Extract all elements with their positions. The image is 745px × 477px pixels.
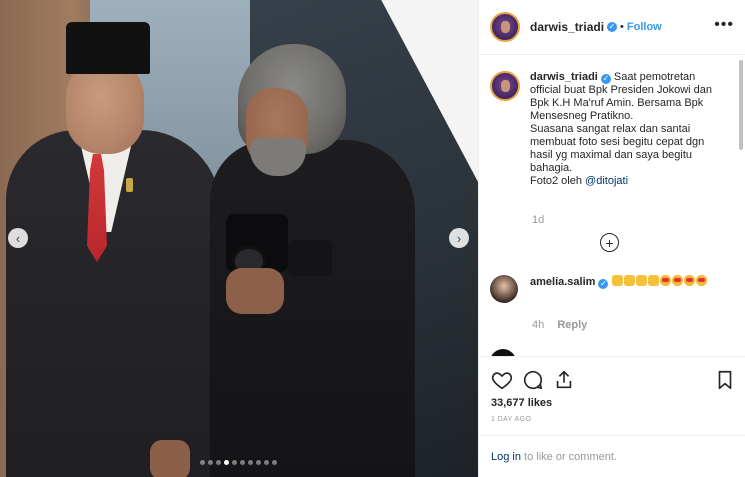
caption-text: darwis_triadi ✓ Saat pemotretan official … — [530, 71, 725, 188]
caption-credit: Foto2 oleh — [530, 175, 582, 187]
load-more-comments-button[interactable]: + — [600, 233, 619, 252]
next-comment-peek — [490, 349, 730, 356]
chevron-left-icon: ‹ — [15, 230, 21, 246]
photo-second-camera — [288, 240, 332, 276]
heart-eyes-emoji-icon — [671, 275, 683, 286]
login-link[interactable]: Log in — [491, 451, 521, 463]
comment-icon[interactable] — [522, 369, 544, 391]
carousel-next-button[interactable]: › — [449, 228, 469, 248]
heart-eyes-emoji-icon — [659, 275, 671, 286]
share-icon[interactable] — [553, 369, 575, 391]
comment-emojis — [611, 275, 708, 288]
next-comment-avatar — [490, 349, 516, 356]
add-comment-icon: + — [605, 234, 614, 251]
chevron-right-icon: › — [456, 230, 462, 246]
carousel-dot — [240, 460, 245, 465]
bookmark-icon[interactable] — [714, 369, 736, 391]
header-username[interactable]: darwis_triadi — [530, 20, 604, 34]
separator-dot: • — [620, 21, 624, 33]
comment-timestamp: 4h — [532, 319, 545, 331]
verified-badge-icon: ✓ — [600, 74, 611, 84]
verified-badge-icon: ✓ — [607, 22, 618, 32]
post-actions: 33,677 likes 1 DAY AGO Log in to like or… — [479, 356, 745, 477]
caption-username[interactable]: darwis_triadi — [530, 71, 598, 83]
thumbs-up-emoji-icon — [623, 275, 635, 286]
login-prompt-text: to like or comment. — [524, 451, 617, 463]
comment-meta: 4h Reply — [532, 319, 587, 331]
heart-eyes-emoji-icon — [683, 275, 695, 286]
heart-icon[interactable] — [491, 369, 513, 391]
carousel-dot — [264, 460, 269, 465]
carousel-dot — [272, 460, 277, 465]
carousel-dot — [232, 460, 237, 465]
photo-lapel-pin — [126, 178, 133, 192]
post-timestamp: 1 DAY AGO — [491, 416, 532, 423]
verified-badge-icon: ✓ — [598, 279, 609, 289]
photo-hand-left — [150, 440, 190, 477]
caption-avatar[interactable] — [490, 71, 520, 101]
carousel-dot — [256, 460, 261, 465]
post-side-panel: darwis_triadi ✓ • Follow ••• darwis_tria… — [478, 0, 745, 477]
heart-eyes-emoji-icon — [695, 275, 707, 286]
carousel-dot — [208, 460, 213, 465]
scrollbar[interactable] — [739, 60, 743, 150]
comment-avatar[interactable] — [490, 275, 518, 303]
caption-paragraph-2: Suasana sangat relax dan santai membuat … — [530, 123, 705, 174]
carousel-indicator — [200, 460, 277, 465]
thumbs-up-emoji-icon — [611, 275, 623, 286]
photo-hand-right — [226, 268, 284, 314]
carousel-dot — [200, 460, 205, 465]
comment-username[interactable]: amelia.salim — [530, 276, 595, 288]
follow-button[interactable]: Follow — [627, 21, 662, 33]
more-options-icon[interactable]: ••• — [714, 16, 734, 34]
carousel-prev-button[interactable]: ‹ — [8, 228, 28, 248]
thumbs-up-emoji-icon — [647, 275, 659, 286]
avatar[interactable] — [490, 12, 520, 42]
carousel-dot — [224, 460, 229, 465]
thumbs-up-emoji-icon — [635, 275, 647, 286]
likes-count[interactable]: 33,677 likes — [491, 397, 552, 409]
comment: amelia.salim ✓ — [490, 275, 730, 303]
caption-timestamp: 1d — [532, 214, 545, 226]
carousel-dot — [248, 460, 253, 465]
comment-text: amelia.salim ✓ — [530, 275, 730, 303]
post-photo[interactable]: ‹ › — [0, 0, 478, 477]
login-prompt: Log in to like or comment. — [479, 435, 745, 477]
caption-mention-link[interactable]: @ditojati — [585, 175, 628, 187]
caption: darwis_triadi ✓ Saat pemotretan official … — [490, 71, 730, 188]
comments-scroll-area[interactable]: darwis_triadi ✓ Saat pemotretan official … — [479, 56, 745, 356]
carousel-dot — [216, 460, 221, 465]
photo-peci-cap — [66, 22, 150, 74]
post-header: darwis_triadi ✓ • Follow ••• — [479, 0, 745, 55]
reply-button[interactable]: Reply — [557, 319, 587, 331]
